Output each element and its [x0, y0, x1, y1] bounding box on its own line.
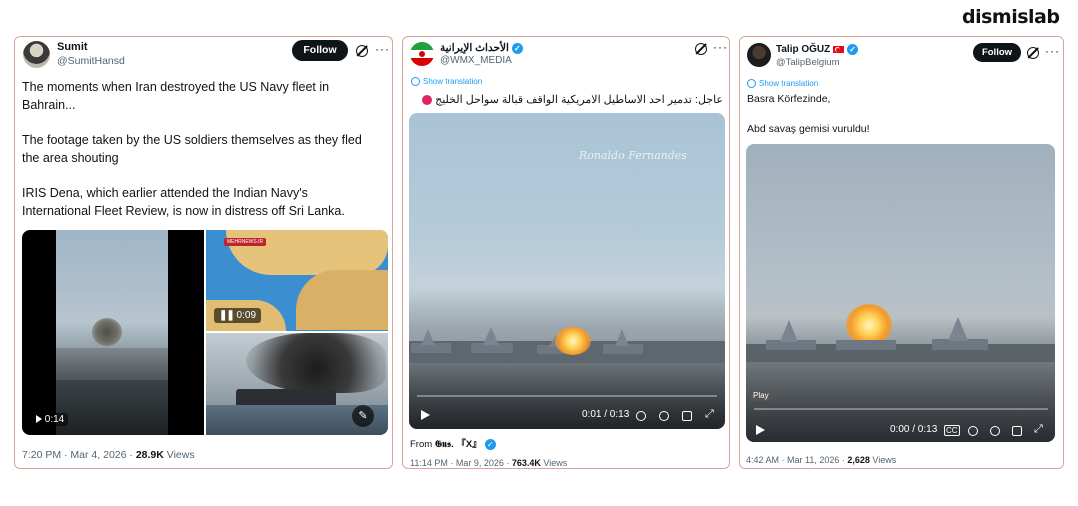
more-icon[interactable]: ···	[375, 42, 390, 56]
tweet-text-line: International Fleet Review, is now in di…	[22, 204, 345, 218]
settings-icon[interactable]	[990, 426, 1000, 436]
ship	[836, 330, 896, 350]
tweet-meta: 11:14 PM · Mar 9, 2026 · 763.4K Views	[410, 458, 567, 468]
image-thumbnail-ship-fire[interactable]: ✎	[206, 333, 388, 435]
translate-icon	[411, 77, 420, 87]
play-icon[interactable]	[756, 425, 765, 435]
tweet-text-line: Basra Körfezinde,	[747, 93, 831, 105]
author-name[interactable]: Talip OĞUZ ✓	[776, 44, 859, 55]
verified-badge-icon: ✓	[511, 42, 523, 54]
author-handle[interactable]: @SumitHansd	[57, 55, 125, 67]
tweet-text-line: Bahrain...	[22, 98, 76, 112]
fullscreen-icon[interactable]: ⤢	[705, 408, 714, 421]
tweet-card-wmx: الأحداث الإيرانية ✓ @WMX_MEDIA ··· Show t…	[402, 36, 730, 469]
ship	[411, 323, 451, 353]
author-handle[interactable]: @WMX_MEDIA	[440, 55, 512, 66]
picture-in-picture-icon[interactable]	[1012, 426, 1022, 436]
show-translation-link[interactable]: Show translation	[747, 79, 818, 89]
video-player[interactable]: Play 0:00 / 0:13 CC ⤢	[746, 144, 1055, 442]
fullscreen-icon[interactable]: ⤢	[1034, 423, 1043, 436]
more-icon[interactable]: ···	[1045, 44, 1060, 58]
tweet-text: عاجل: تدمير احد الاساطيل الامريكية الواق…	[422, 93, 723, 106]
verified-badge-icon: ✓	[847, 44, 859, 55]
video-progress-bar[interactable]	[417, 395, 717, 397]
grok-icon[interactable]	[695, 43, 707, 55]
tweet-card-sumit: Sumit @SumitHansd Follow ··· The moments…	[14, 36, 393, 469]
ship	[471, 321, 513, 353]
edit-icon[interactable]: ✎	[352, 405, 374, 427]
translate-icon	[747, 79, 756, 89]
views-label: Views	[869, 455, 897, 465]
from-source: From 𝕲𝖚𝖘. 『X』 ✓	[410, 436, 496, 450]
timestamp[interactable]: 7:20 PM · Mar 4, 2026 ·	[22, 449, 136, 461]
tweet-text-line: The footage taken by the US soldiers the…	[22, 133, 362, 147]
avatar[interactable]	[410, 42, 434, 66]
video-thumbnail-dashcam[interactable]: 0:14	[22, 230, 204, 435]
grok-icon[interactable]	[1027, 47, 1039, 59]
dismislab-logo: dismislab	[962, 6, 1060, 28]
video-thumbnail-map[interactable]: MEHRNEWS.IR ❚❚ 0:09	[206, 230, 388, 331]
views-count: 2,628	[847, 455, 870, 465]
follow-button[interactable]: Follow	[292, 40, 348, 61]
video-duration: 0:14	[32, 413, 69, 426]
map-overlay-label: MEHRNEWS.IR	[224, 238, 267, 246]
from-source-name[interactable]: 𝕲𝖚𝖘. 『X』	[435, 439, 482, 450]
follow-button[interactable]: Follow	[973, 43, 1021, 62]
video-time: 0:01 / 0:13	[582, 409, 630, 420]
author-handle[interactable]: @TalipBelgium	[776, 57, 840, 68]
video-time: 0:00 / 0:13	[890, 424, 938, 435]
show-translation-link[interactable]: Show translation	[411, 77, 482, 87]
ship	[932, 312, 988, 350]
volume-icon[interactable]	[968, 426, 978, 436]
avatar[interactable]	[747, 43, 771, 67]
views-label: Views	[540, 458, 568, 468]
video-watermark: Ronaldo Fernandes	[579, 149, 687, 162]
views-count: 763.4K	[511, 458, 541, 468]
author-name[interactable]: الأحداث الإيرانية ✓	[440, 42, 523, 54]
tweet-meta: 7:20 PM · Mar 4, 2026 · 28.9K Views	[22, 449, 195, 461]
play-tooltip: Play	[750, 390, 772, 401]
play-icon[interactable]	[421, 410, 430, 420]
turkey-flag-icon	[833, 46, 845, 53]
author-name[interactable]: Sumit	[57, 41, 88, 53]
video-player[interactable]: Ronaldo Fernandes 0:01 / 0:13 ⤢	[409, 113, 725, 429]
settings-icon[interactable]	[659, 411, 669, 421]
grok-icon[interactable]	[356, 45, 368, 57]
video-duration: ❚❚ 0:09	[214, 308, 262, 323]
tweet-text-line: Abd savaş gemisi vuruldu!	[747, 123, 870, 135]
volume-icon[interactable]	[636, 411, 646, 421]
video-progress-bar[interactable]	[754, 408, 1048, 410]
ship	[603, 322, 643, 354]
explosion	[555, 327, 591, 355]
views-label: Views	[163, 449, 195, 461]
timestamp[interactable]: 11:14 PM · Mar 9, 2026 ·	[410, 458, 512, 468]
red-circle-icon	[422, 95, 433, 106]
more-icon[interactable]: ···	[713, 40, 728, 54]
tweet-meta: 4:42 AM · Mar 11, 2026 · 2,628 Views	[746, 455, 896, 465]
avatar[interactable]	[23, 41, 50, 68]
play-icon[interactable]	[36, 415, 42, 424]
picture-in-picture-icon[interactable]	[682, 411, 692, 421]
tweet-text-line: the area shouting	[22, 151, 119, 165]
pause-icon[interactable]: ❚❚	[219, 310, 235, 321]
timestamp[interactable]: 4:42 AM · Mar 11, 2026 ·	[746, 455, 847, 465]
tweet-text-line: The moments when Iran destroyed the US N…	[22, 80, 330, 94]
ship	[766, 314, 816, 350]
captions-icon[interactable]: CC	[944, 425, 960, 436]
verified-badge-icon: ✓	[484, 438, 496, 450]
views-count: 28.9K	[135, 449, 164, 461]
tweet-text-line: IRIS Dena, which earlier attended the In…	[22, 186, 308, 200]
tweet-card-talip: Talip OĞUZ ✓ @TalipBelgium Follow ··· Sh…	[739, 36, 1064, 469]
